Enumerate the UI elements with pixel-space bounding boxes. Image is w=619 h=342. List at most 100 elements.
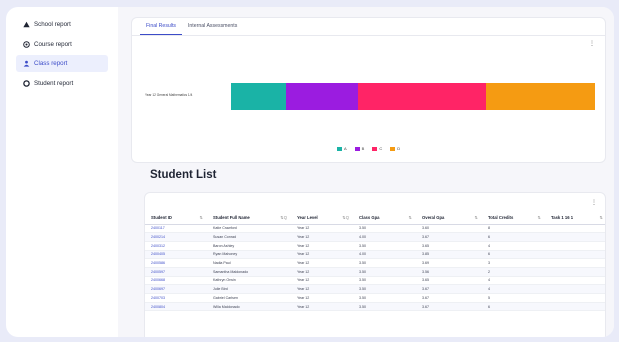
table-cell: Samantha Maldonado xyxy=(207,267,291,277)
student-list-title: Student List xyxy=(150,169,217,181)
table-cell: 4 xyxy=(482,276,545,286)
legend-item[interactable]: C xyxy=(372,146,382,151)
legend-item[interactable]: B xyxy=(354,146,364,151)
table-cell xyxy=(545,232,605,242)
table-cell: Julie Bird xyxy=(207,284,291,294)
table-cell xyxy=(545,293,605,303)
sort-icon[interactable]: ⇅ xyxy=(408,215,412,220)
sidebar: School report Course report Class report… xyxy=(16,16,108,94)
legend-label: A xyxy=(344,146,347,151)
table-row[interactable]: 2400312 Baron Ashley Year 12 3.50 3.65 4 xyxy=(145,241,605,251)
legend-item[interactable]: D xyxy=(390,146,400,151)
chart-card: Final Results Internal Assessments ⋮ Yea… xyxy=(131,17,606,163)
sidebar-item-school-report[interactable]: School report xyxy=(16,16,108,33)
legend-label: D xyxy=(397,146,401,151)
table-row[interactable]: 2400668 Kathryn Orwin Year 12 3.50 3.65 4 xyxy=(145,276,605,286)
table-row[interactable]: 2400804 Willa Maldonado Year 12 3.50 3.67 6 xyxy=(145,302,605,312)
legend-swatch xyxy=(390,146,396,151)
triangle-icon xyxy=(22,21,30,29)
legend-item[interactable]: A xyxy=(337,146,347,151)
bar-segment-c[interactable] xyxy=(358,83,486,110)
table-cell: 4 xyxy=(482,241,545,251)
table-header-row: Student ID ⇅ Student Full Name ⇅Q Year Lev… xyxy=(145,211,605,225)
sort-icon[interactable]: ⇅ xyxy=(537,215,541,220)
sort-icon[interactable]: ⇅ xyxy=(599,215,603,220)
bar-segment-d[interactable] xyxy=(485,83,595,110)
sidebar-item-label: Course report xyxy=(34,40,72,48)
sort-search-icon[interactable]: ⇅Q xyxy=(280,215,287,220)
legend-swatch xyxy=(337,146,342,151)
student-id-link[interactable]: 2400703 xyxy=(145,293,207,303)
table-row[interactable]: 2400586 Nadia Paul Year 12 3.50 3.69 3 xyxy=(145,258,605,268)
table-cell: 5 xyxy=(482,293,545,303)
table-cell: 3.85 xyxy=(416,250,482,260)
table-menu-icon[interactable]: ⋮ xyxy=(591,200,597,206)
student-table-card: ⋮ Student ID ⇅ Student Full Name ⇅Q Year L… xyxy=(144,192,606,337)
table-cell: Year 12 xyxy=(291,284,353,294)
table-cell: 3.50 xyxy=(353,302,416,312)
table-cell: Ryan Mahoney xyxy=(207,250,291,260)
table-cell: 2 xyxy=(482,267,545,277)
table-cell xyxy=(545,284,605,294)
student-id-link[interactable]: 2400597 xyxy=(145,267,207,277)
tab-internal-assessments[interactable]: Internal Assessments xyxy=(182,18,243,35)
bar-segment-b[interactable] xyxy=(285,83,359,110)
legend-label: C xyxy=(379,146,383,151)
stacked-bar xyxy=(231,83,595,110)
bar-segment-a[interactable] xyxy=(231,83,286,110)
app-window: School report Course report Class report… xyxy=(6,7,614,337)
student-id-link[interactable]: 2400312 xyxy=(145,241,207,251)
column-header-task[interactable]: Task 1 16 1 ⇅ xyxy=(545,211,605,225)
sidebar-item-class-report[interactable]: Class report xyxy=(16,55,108,73)
student-id-link[interactable]: 2400405 xyxy=(145,250,207,260)
student-id-link[interactable]: 2400804 xyxy=(145,302,207,312)
column-header-year-level[interactable]: Year Level ⇅Q xyxy=(291,211,353,225)
table-row[interactable]: 2400697 Julie Bird Year 12 3.50 3.67 4 xyxy=(145,284,605,294)
column-header-full-name[interactable]: Student Full Name ⇅Q xyxy=(207,211,291,225)
table-cell: 3 xyxy=(482,258,545,268)
category-label: Year 12 General Mathematics 1/4 xyxy=(145,93,193,97)
people-icon xyxy=(22,60,30,68)
table-cell: 3.50 xyxy=(353,293,416,303)
table-cell: 3.67 xyxy=(416,284,482,294)
student-id-link[interactable]: 2400668 xyxy=(145,276,207,286)
table-row[interactable]: 2400405 Ryan Mahoney Year 12 4.00 3.85 6 xyxy=(145,250,605,260)
table-cell: Year 12 xyxy=(291,302,353,312)
column-header-class-gpa[interactable]: Class Gpa ⇅ xyxy=(353,211,416,225)
chart-tabs: Final Results Internal Assessments xyxy=(132,18,605,36)
sidebar-item-label: Class report xyxy=(34,60,68,68)
table-cell: Baron Ashley xyxy=(207,241,291,251)
table-cell: 3.69 xyxy=(416,258,482,268)
table-cell: Year 12 xyxy=(291,267,353,277)
table-cell: 3.50 xyxy=(353,284,416,294)
column-header-student-id[interactable]: Student ID ⇅ xyxy=(145,211,207,225)
table-cell: 3.65 xyxy=(416,276,482,286)
student-id-link[interactable]: 2400697 xyxy=(145,284,207,294)
sort-icon[interactable]: ⇅ xyxy=(199,215,203,220)
table-cell: Year 12 xyxy=(291,293,353,303)
table-row[interactable]: 2400597 Samantha Maldonado Year 12 3.50 3.56… xyxy=(145,267,605,277)
table-cell: 6 xyxy=(482,232,545,242)
table-cell: 4 xyxy=(482,284,545,294)
tab-final-results[interactable]: Final Results xyxy=(140,18,182,35)
table-cell: 6 xyxy=(482,302,545,312)
table-cell: Kathryn Orwin xyxy=(207,276,291,286)
student-id-link[interactable]: 2400586 xyxy=(145,258,207,268)
student-table: Student ID ⇅ Student Full Name ⇅Q Year Lev… xyxy=(145,211,605,312)
student-id-link[interactable]: 2400214 xyxy=(145,232,207,242)
table-row[interactable]: 2400703 Gabriel Carlsen Year 12 3.50 3.67 5 xyxy=(145,293,605,303)
table-row[interactable]: 2400117 Katie Crawford Year 12 3.50 3.60 8 xyxy=(145,224,605,234)
student-id-link[interactable]: 2400117 xyxy=(145,224,207,234)
sidebar-item-label: Student report xyxy=(34,79,74,87)
sort-search-icon[interactable]: ⇅Q xyxy=(342,215,349,220)
table-cell: 3.50 xyxy=(353,276,416,286)
chart-menu-icon[interactable]: ⋮ xyxy=(589,41,595,47)
sort-icon[interactable]: ⇅ xyxy=(474,215,478,220)
column-header-overall-gpa[interactable]: Overal Gpa ⇅ xyxy=(416,211,482,225)
table-cell: Year 12 xyxy=(291,276,353,286)
sidebar-item-student-report[interactable]: Student report xyxy=(16,75,108,92)
table-row[interactable]: 2400214 Susan Conrad Year 12 4.00 3.67 6 xyxy=(145,232,605,242)
sidebar-item-course-report[interactable]: Course report xyxy=(16,36,108,53)
table-cell: 3.50 xyxy=(353,258,416,268)
column-header-total-credits[interactable]: Total Credits ⇅ xyxy=(482,211,545,225)
